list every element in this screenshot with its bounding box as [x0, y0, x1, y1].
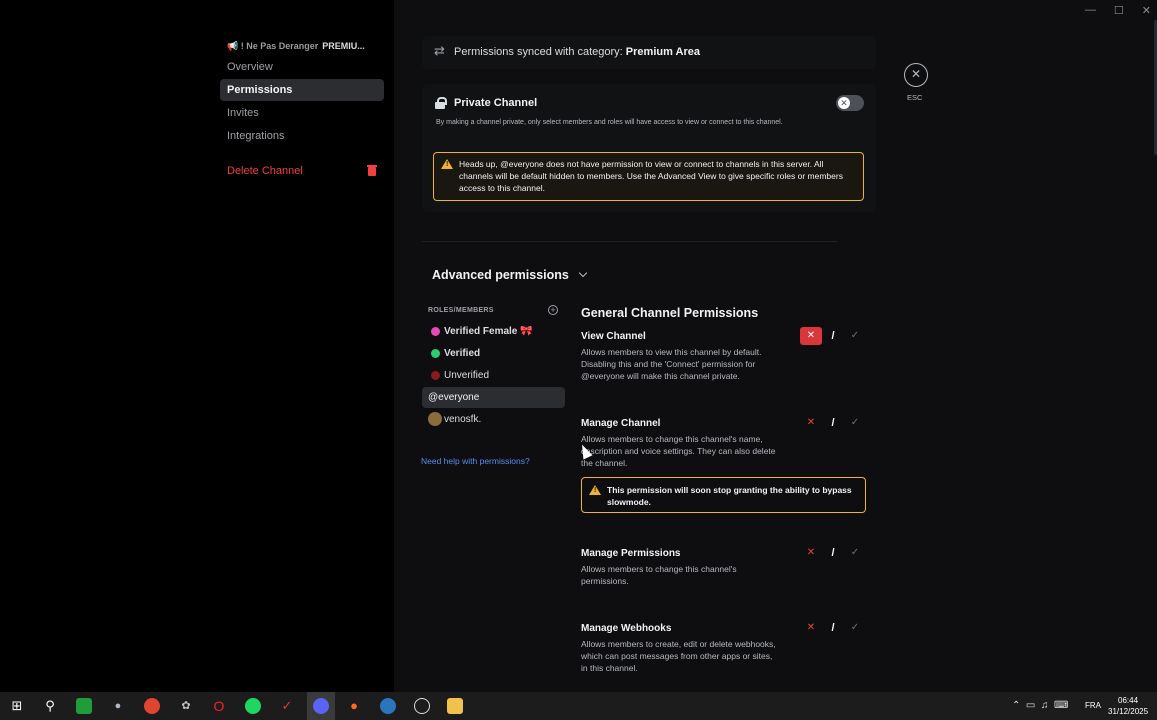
permission-controls: ✕ / ✓	[800, 619, 866, 637]
neutral-button[interactable]: /	[826, 414, 840, 432]
member-name: venosfk.	[444, 414, 482, 425]
permission-description: Allows members to create, edit or delete…	[581, 639, 776, 673]
help-permissions-link[interactable]: Need help with permissions?	[421, 456, 530, 466]
steam-icon[interactable]	[380, 698, 396, 714]
allow-button[interactable]: ✓	[844, 327, 866, 345]
warning-icon: !	[441, 159, 453, 169]
role-name: Verified Female 🎀	[444, 326, 533, 337]
permission-manage-channel: Manage Channel Allows members to change …	[581, 417, 866, 469]
channel-category-tag: PREMIU...	[322, 41, 365, 51]
windows-start-icon[interactable]: ⊞	[9, 698, 25, 714]
role-color-dot	[431, 371, 440, 380]
allow-button[interactable]: ✓	[844, 619, 866, 637]
sidebar-item-invites[interactable]: Invites	[220, 102, 384, 124]
channel-header: 📢 ! Ne Pas Deranger PREMIU...	[227, 41, 365, 52]
allow-button[interactable]: ✓	[844, 544, 866, 562]
advanced-permissions-title[interactable]: Advanced permissions	[432, 268, 569, 282]
sync-banner: ⇄ Permissions synced with category: Prem…	[422, 36, 876, 69]
role-name: Verified	[444, 348, 481, 359]
search-icon[interactable]: ⚲	[42, 698, 58, 714]
role-verified[interactable]: Verified	[422, 343, 565, 364]
private-channel-title: Private Channel	[454, 97, 538, 109]
delete-channel-label: Delete Channel	[227, 165, 303, 177]
divider	[422, 241, 837, 242]
neutral-button[interactable]: /	[826, 619, 840, 637]
private-channel-card: Private Channel ✕ By making a channel pr…	[422, 84, 876, 212]
app-red-icon[interactable]: ✓	[279, 698, 295, 714]
everyone-warning-text: Heads up, @everyone does not have permis…	[459, 159, 843, 193]
close-icon: ✕	[838, 97, 850, 109]
xbox-app-icon[interactable]	[76, 698, 92, 714]
clock[interactable]: 06:44 31/12/2025	[1108, 695, 1148, 717]
opera-icon[interactable]: O	[211, 698, 227, 714]
chrome-icon[interactable]	[144, 698, 160, 714]
role-name: Unverified	[444, 370, 490, 381]
sync-icon: ⇄	[434, 43, 445, 58]
slowmode-warning-text: This permission will soon stop granting …	[607, 485, 852, 507]
trash-icon	[367, 165, 377, 176]
obs-icon[interactable]	[414, 698, 430, 714]
permission-controls: ✕ / ✓	[800, 544, 866, 562]
esc-label: ESC	[907, 93, 923, 102]
clock-time: 06:44	[1118, 696, 1139, 705]
lock-icon	[435, 97, 447, 109]
permission-controls: ✕ / ✓	[800, 414, 866, 432]
neutral-button[interactable]: /	[826, 544, 840, 562]
permission-description: Allows members to view this channel by d…	[581, 347, 762, 381]
role-verified-female[interactable]: Verified Female 🎀	[422, 321, 565, 342]
sync-text: Permissions synced with category: Premiu…	[454, 46, 700, 58]
private-channel-toggle[interactable]: ✕	[836, 95, 864, 111]
microphone-icon[interactable]: ●	[346, 698, 362, 714]
slowmode-warning: ! This permission will soon stop grantin…	[581, 477, 866, 513]
settings-sidebar: 📢 ! Ne Pas Deranger PREMIU... Overview Pe…	[0, 0, 394, 692]
system-tray[interactable]: ⌃ ▭ ♫ ⌨	[1012, 700, 1068, 711]
permission-manage-webhooks: Manage Webhooks Allows members to create…	[581, 622, 866, 674]
app-icon[interactable]: ✿	[178, 698, 194, 714]
sidebar-item-permissions[interactable]: Permissions	[220, 79, 384, 101]
role-color-dot	[431, 349, 440, 358]
discord-icon[interactable]	[313, 698, 329, 714]
member-venosfk[interactable]: venosfk.	[422, 409, 565, 430]
close-settings-button[interactable]: ✕	[904, 63, 928, 87]
role-unverified[interactable]: Unverified	[422, 365, 565, 386]
add-role-icon[interactable]: +	[548, 305, 558, 315]
permission-controls: ✕ / ✓	[800, 327, 866, 345]
permission-description: Allows members to change this channel's …	[581, 564, 737, 586]
sync-category: Premium Area	[625, 46, 700, 58]
permission-description: Allows members to change this channel's …	[581, 434, 776, 468]
allow-button[interactable]: ✓	[844, 414, 866, 432]
warning-icon: !	[589, 485, 601, 495]
private-channel-description: By making a channel private, only select…	[436, 119, 783, 126]
roles-members-label: ROLES/MEMBERS	[428, 307, 494, 314]
close-window-icon[interactable]: ✕	[1142, 4, 1151, 17]
game-controller-icon[interactable]: ●	[110, 698, 126, 714]
minimize-icon[interactable]: —	[1085, 4, 1096, 17]
window-controls: — ☐ ✕	[1085, 4, 1151, 17]
spotify-icon[interactable]	[245, 698, 261, 714]
role-color-dot	[431, 327, 440, 336]
permission-manage-permissions: Manage Permissions Allows members to cha…	[581, 547, 866, 587]
delete-channel-button[interactable]: Delete Channel	[220, 160, 384, 182]
avatar	[428, 412, 442, 426]
deny-button[interactable]: ✕	[800, 619, 822, 637]
language-indicator[interactable]: FRA	[1085, 701, 1101, 710]
role-name: @everyone	[428, 392, 480, 403]
sidebar-item-overview[interactable]: Overview	[220, 56, 384, 78]
channel-name: 📢 ! Ne Pas Deranger	[227, 41, 319, 51]
clock-date: 31/12/2025	[1108, 707, 1149, 716]
chevron-down-icon[interactable]	[578, 268, 588, 278]
deny-button[interactable]: ✕	[800, 327, 822, 345]
taskbar: ⊞ ⚲ ● ✿ O ✓ ● ⌃ ▭ ♫ ⌨ FRA 06:44 31/12/20…	[0, 692, 1157, 720]
sidebar-item-integrations[interactable]: Integrations	[220, 125, 384, 147]
deny-button[interactable]: ✕	[800, 544, 822, 562]
permission-view-channel: View Channel Allows members to view this…	[581, 327, 866, 382]
deny-button[interactable]: ✕	[800, 414, 822, 432]
neutral-button[interactable]: /	[826, 327, 840, 345]
file-explorer-icon[interactable]	[447, 698, 463, 714]
everyone-warning: ! Heads up, @everyone does not have perm…	[433, 152, 864, 201]
permissions-panel: — ☐ ✕ ⇄ Permissions synced with category…	[394, 0, 1157, 692]
maximize-icon[interactable]: ☐	[1114, 4, 1124, 17]
general-permissions-title: General Channel Permissions	[581, 306, 759, 320]
role-everyone[interactable]: @everyone	[422, 387, 565, 408]
